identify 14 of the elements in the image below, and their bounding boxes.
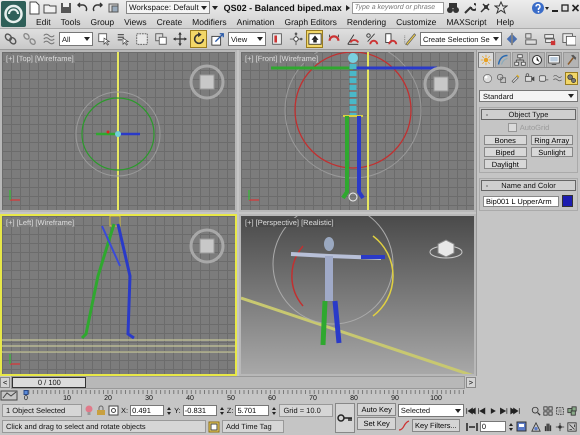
menu-item[interactable]: Graph Editors: [284, 16, 337, 26]
menu-item[interactable]: Group: [90, 16, 114, 26]
menu-item[interactable]: Tools: [60, 16, 80, 26]
menu-item[interactable]: Modifiers: [192, 16, 227, 26]
menu-item[interactable]: Views: [124, 16, 147, 26]
workspace-dropdown[interactable]: Workspace: Default: [126, 1, 210, 14]
menu-item[interactable]: Help: [496, 16, 514, 26]
menu-item[interactable]: Rendering: [346, 16, 386, 26]
menu-item[interactable]: Create: [156, 16, 182, 26]
menu-item[interactable]: Animation: [236, 16, 274, 26]
window-title: QS02 - Balanced biped.max: [224, 2, 342, 12]
menu-item[interactable]: Customize: [396, 16, 436, 26]
menu-item[interactable]: Edit: [36, 16, 51, 26]
menu-item[interactable]: MAXScript: [446, 16, 486, 26]
